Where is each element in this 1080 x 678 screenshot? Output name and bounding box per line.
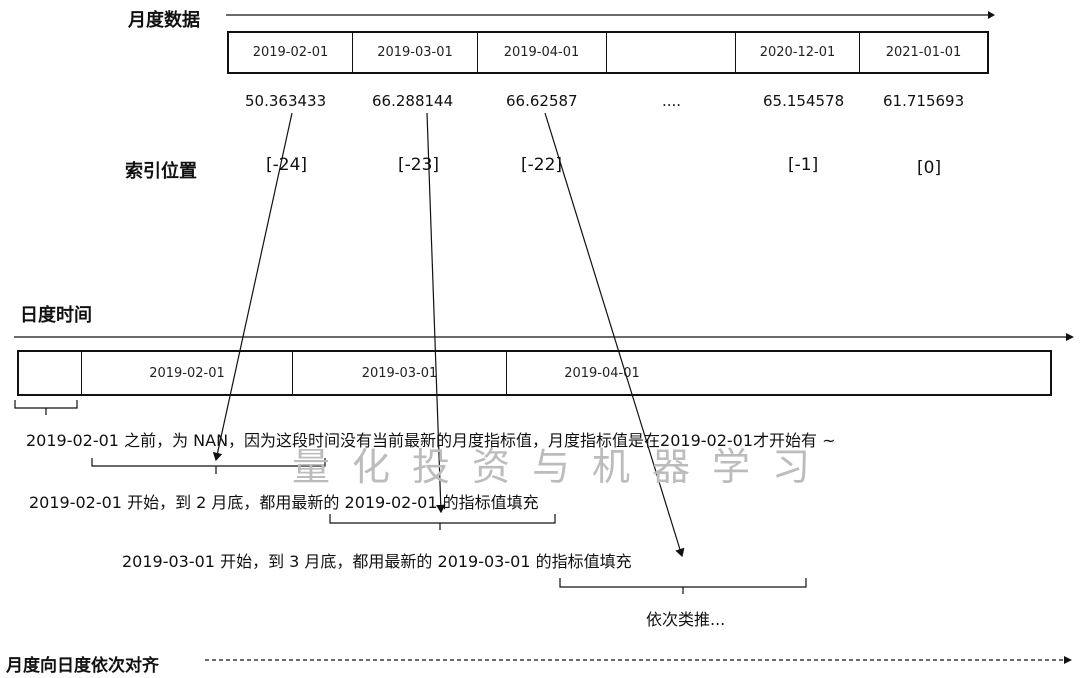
- note-line-4: 依次类推...: [646, 610, 726, 629]
- note-line-2: 2019-02-01 开始，到 2 月底，都用最新的 2019-02-01 的指…: [29, 493, 539, 512]
- footer-title: 月度向日度依次对齐: [6, 656, 159, 676]
- brace: [14, 400, 78, 415]
- note-line-1: 2019-02-01 之前，为 NAN，因为这段时间没有当前最新的月度指标值，月…: [26, 431, 836, 450]
- note-line-3: 2019-03-01 开始，到 3 月底，都用最新的 2019-03-01 的指…: [122, 552, 632, 571]
- mapping-arrow: [212, 112, 293, 462]
- brace: [559, 578, 807, 594]
- connector-lines: [14, 112, 1072, 664]
- brace: [91, 458, 326, 474]
- brace: [329, 514, 556, 530]
